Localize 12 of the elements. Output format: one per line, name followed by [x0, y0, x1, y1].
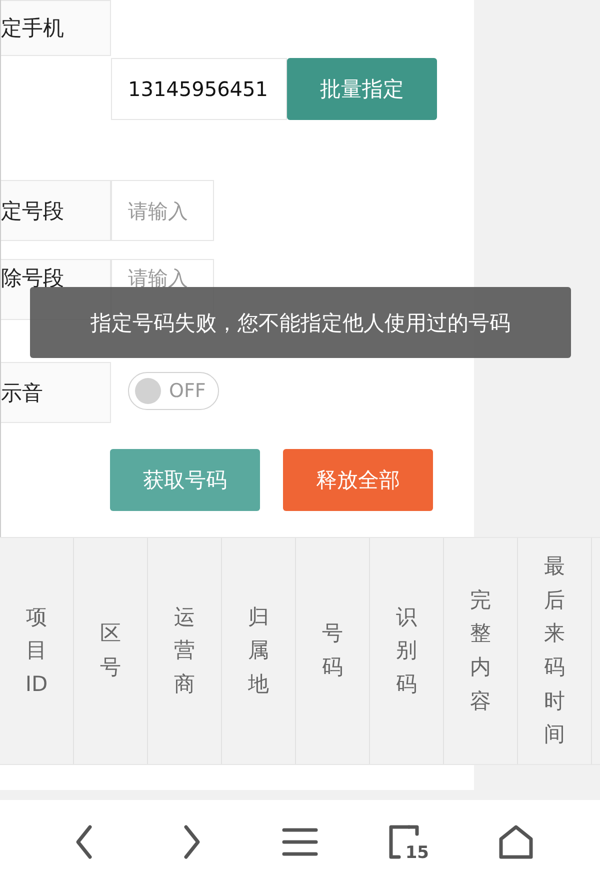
field-label: 定号段 — [1, 180, 111, 241]
column-header: 识别码 — [395, 604, 418, 698]
column-header: 完整内容 — [469, 586, 492, 715]
field-label: 定手机 — [1, 0, 111, 56]
column-header: 归属地 — [247, 604, 270, 698]
column-header: 运营商 — [173, 604, 196, 698]
column-header: 项目ID — [24, 604, 49, 698]
column-header: 最后来码时间 — [543, 553, 566, 748]
column-header: 区号 — [99, 620, 122, 681]
column-header: 号码 — [321, 620, 344, 681]
field-label: 示音 — [1, 362, 111, 423]
error-toast: 指定号码失败，您不能指定他人使用过的号码 — [30, 287, 571, 358]
